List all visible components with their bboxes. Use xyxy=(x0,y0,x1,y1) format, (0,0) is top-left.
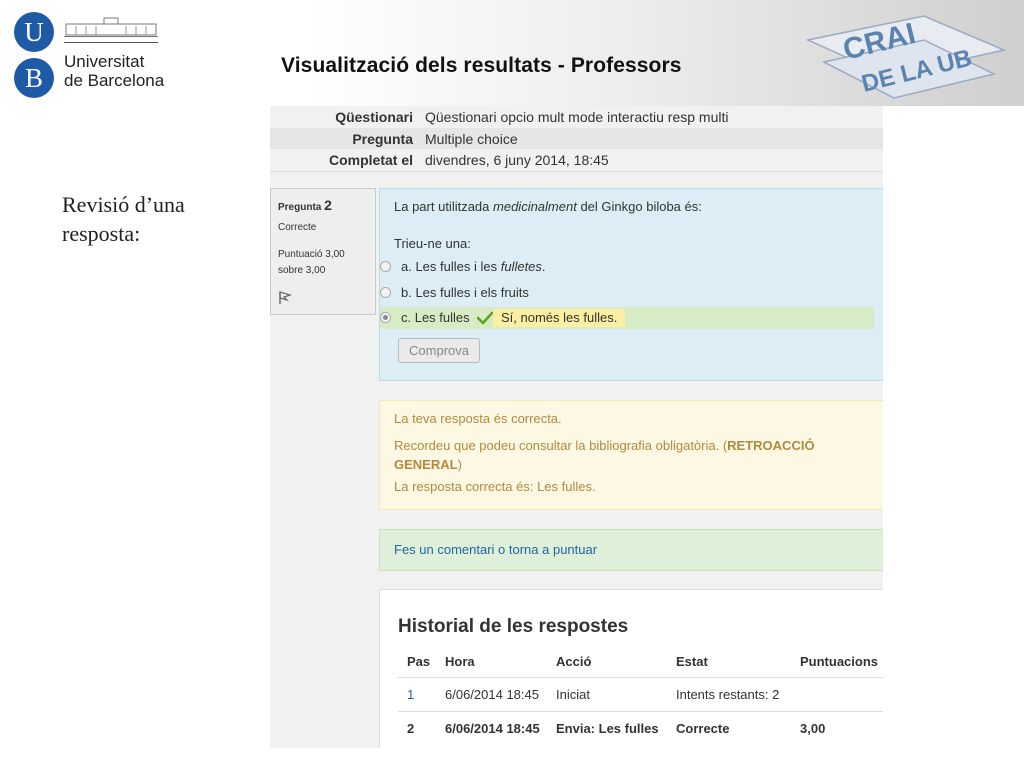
history-header-state: Estat xyxy=(676,654,708,669)
question-label: Pregunta xyxy=(278,202,322,213)
attempt-info-label: Pregunta xyxy=(352,131,413,147)
answer-label-tail: . xyxy=(541,259,546,274)
attempt-info-value: divendres, 6 juny 2014, 18:45 xyxy=(425,152,609,168)
answer-label: b. Les fulles i els fruits xyxy=(401,285,529,300)
history-header-step: Pas xyxy=(407,654,431,669)
comment-box: Fes un comentari o torna a puntuar xyxy=(379,529,883,571)
history-action: Iniciat xyxy=(556,687,590,702)
answer-radio[interactable] xyxy=(380,287,391,298)
attempt-info-row-quiz: Qüestionari Qüestionari opcio mult mode … xyxy=(270,106,883,128)
history-step-link[interactable]: 1 xyxy=(407,687,414,702)
check-icon xyxy=(477,311,493,325)
attempt-info-label: Qüestionari xyxy=(335,109,413,125)
answer-radio-selected[interactable] xyxy=(380,312,391,323)
answer-label: a. Les fulles i les fulletes. xyxy=(401,256,546,278)
general-feedback: Recordeu que podeu consultar la bibliogr… xyxy=(394,436,834,474)
general-feedback-text: Recordeu que podeu consultar la bibliogr… xyxy=(394,438,728,453)
history-time: 6/06/2014 18:45 xyxy=(445,721,540,736)
answer-option-c[interactable]: c. Les fulles Sí, només les fulles. xyxy=(380,307,874,329)
history-marks: 3,00 xyxy=(800,721,826,736)
general-feedback-close: ) xyxy=(457,457,462,472)
question-number-value: 2 xyxy=(324,197,332,213)
logo-circle-b: B xyxy=(14,58,54,98)
question-text-after: del Ginkgo biloba és: xyxy=(576,199,702,214)
history-row: 1 6/06/2014 18:45 Iniciat Intents restan… xyxy=(398,677,883,711)
history-header-time: Hora xyxy=(445,654,475,669)
history-state: Correcte xyxy=(676,721,730,736)
flag-icon[interactable] xyxy=(278,291,292,305)
right-answer: La resposta correcta és: Les fulles. xyxy=(394,479,596,494)
logo-name-line1: Universitat xyxy=(64,52,145,71)
crai-logo: CRAI DE LA UB xyxy=(805,15,1007,99)
question-text: La part utilitzada medicinalment del Gin… xyxy=(394,199,702,214)
comment-regrade-link[interactable]: Fes un comentari o torna a puntuar xyxy=(394,542,597,557)
outcome-box: La teva resposta és correcta. Recordeu q… xyxy=(379,400,883,510)
slide-caption: Revisió d’una resposta: xyxy=(62,192,185,246)
question-info-box: Pregunta 2 Correcte Puntuació 3,00 sobre… xyxy=(270,188,376,315)
answer-label: c. Les fulles xyxy=(401,310,470,325)
response-history: Historial de les respostes Pas Hora Acci… xyxy=(379,589,883,748)
question-number: Pregunta 2 xyxy=(278,197,332,213)
history-row-current: 2 6/06/2014 18:45 Envia: Les fulles Corr… xyxy=(398,711,883,745)
logo-name-line2: de Barcelona xyxy=(64,71,165,90)
attempt-info-value: Multiple choice xyxy=(425,131,518,147)
attempt-info-row-question: Pregunta Multiple choice xyxy=(270,128,883,150)
ub-logo-name: Universitat de Barcelona xyxy=(64,52,164,90)
history-action: Envia: Les fulles xyxy=(556,721,659,736)
answer-option-a[interactable]: a. Les fulles i les fulletes. xyxy=(380,256,874,278)
building-icon xyxy=(64,17,158,37)
check-button[interactable]: Comprova xyxy=(398,338,480,363)
question-grade: Puntuació 3,00 sobre 3,00 xyxy=(278,249,345,276)
attempt-info-label: Completat el xyxy=(328,152,413,168)
answer-option-b[interactable]: b. Les fulles i els fruits xyxy=(380,282,874,304)
question-content: La part utilitzada medicinalment del Gin… xyxy=(379,188,883,381)
attempt-info-value: Qüestionari opcio mult mode interactiu r… xyxy=(425,109,729,125)
slide-header: U B Universitat de Barcelona Visualitzac… xyxy=(0,0,1024,106)
question-text-before: La part utilitzada xyxy=(394,199,494,214)
attempt-info-row-completed: Completat el divendres, 6 juny 2014, 18:… xyxy=(270,149,883,171)
question-prompt: Trieu-ne una: xyxy=(394,236,471,251)
quiz-review-panel: Qüestionari Qüestionari opcio mult mode … xyxy=(270,106,883,748)
divider xyxy=(270,171,883,172)
history-step: 2 xyxy=(407,721,415,736)
answer-feedback: Sí, només les fulles. xyxy=(493,309,626,327)
specific-feedback: La teva resposta és correcta. xyxy=(394,411,562,426)
question-state: Correcte xyxy=(278,222,317,233)
answer-radio[interactable] xyxy=(380,261,391,272)
history-title: Historial de les respostes xyxy=(398,616,629,637)
answer-label-text: a. Les fulles i les xyxy=(401,259,501,274)
question-text-em: medicinalment xyxy=(493,199,577,214)
history-state: Intents restants: 2 xyxy=(676,687,780,702)
answer-label-em: fulletes xyxy=(500,259,542,274)
slide-title: Visualització dels resultats - Professor… xyxy=(281,54,682,77)
ub-logo-circles: U B xyxy=(14,12,58,100)
history-time: 6/06/2014 18:45 xyxy=(445,687,539,702)
history-header-marks: Puntuacions xyxy=(800,654,879,669)
logo-divider xyxy=(64,42,158,43)
logo-circle-u: U xyxy=(14,12,54,52)
history-header-action: Acció xyxy=(556,654,592,669)
